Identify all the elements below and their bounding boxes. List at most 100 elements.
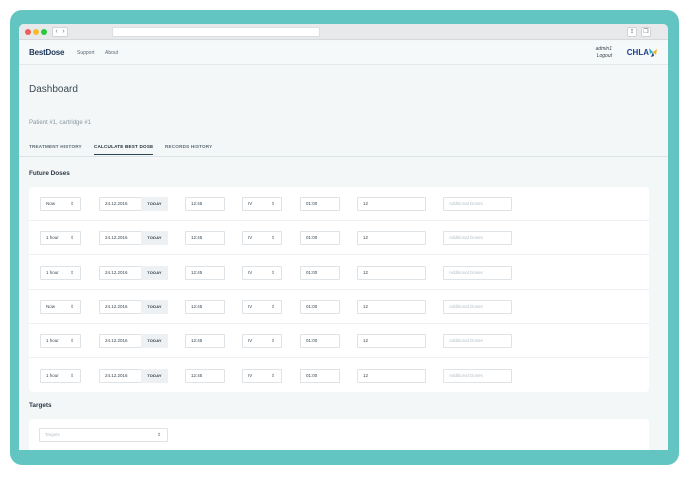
- chla-butterfly-icon: [649, 48, 657, 57]
- dose-duration-input[interactable]: 01:00: [300, 334, 340, 349]
- chla-logo: CHLA: [626, 48, 649, 57]
- additional-doses-placeholder: Additional Doses: [449, 338, 483, 344]
- dose-route-select[interactable]: IV ⇕: [242, 265, 282, 280]
- dose-route-select[interactable]: IV ⇕: [242, 299, 282, 314]
- dose-route-select[interactable]: IV ⇕: [242, 231, 282, 246]
- dose-time-input[interactable]: 12:45: [185, 334, 225, 349]
- dose-date-input[interactable]: 24.12.2016: [99, 231, 142, 246]
- dose-date-input[interactable]: 24.12.2016: [99, 299, 142, 314]
- select-arrows-icon: ⇕: [271, 338, 275, 344]
- nav-about-link[interactable]: About: [105, 50, 118, 56]
- dose-when-select[interactable]: 1 hour ⇕: [40, 334, 81, 349]
- dose-when-value: 1 hour: [46, 372, 59, 378]
- dose-amount-input[interactable]: 12: [357, 368, 426, 383]
- additional-doses-input[interactable]: Additional Doses: [443, 334, 512, 349]
- dose-amount-value: 12: [363, 338, 369, 344]
- dose-date-value: 24.12.2016: [105, 372, 128, 378]
- dose-time-input[interactable]: 12:45: [185, 265, 225, 280]
- dose-row: 1 hour ⇕ 24.12.2016 TODAY 12:45 IV ⇕ 01:00 12 Add…: [29, 256, 649, 290]
- tab-bar: TREATMENT HISTORY CALCULATE BEST DOSE RE…: [19, 138, 668, 157]
- dose-duration-input[interactable]: 01:00: [300, 368, 340, 383]
- forward-icon[interactable]: ›: [62, 28, 64, 36]
- dose-duration-input[interactable]: 01:00: [300, 197, 340, 211]
- dose-when-value: 1 hour: [46, 338, 59, 344]
- additional-doses-placeholder: Additional Doses: [449, 201, 483, 206]
- dose-when-value: Now: [46, 201, 56, 206]
- today-button[interactable]: TODAY: [141, 197, 168, 211]
- dose-route-select[interactable]: IV ⇕: [242, 368, 282, 383]
- dose-route-value: IV: [248, 235, 253, 241]
- dose-duration-input[interactable]: 01:00: [300, 299, 340, 314]
- dose-route-select[interactable]: IV ⇕: [242, 334, 282, 349]
- dose-duration-value: 01:00: [306, 269, 318, 275]
- additional-doses-input[interactable]: Additional Doses: [443, 265, 512, 280]
- dose-date-input[interactable]: 24.12.2016: [99, 197, 142, 211]
- select-arrows-icon: ⇕: [271, 235, 275, 241]
- dose-time-value: 12:45: [191, 269, 203, 275]
- dose-when-select[interactable]: 1 hour ⇕: [40, 265, 81, 280]
- dose-time-input[interactable]: 12:45: [185, 197, 225, 211]
- tab-records-history[interactable]: RECORDS HISTORY: [165, 144, 212, 154]
- today-button[interactable]: TODAY: [141, 368, 168, 383]
- dose-duration-value: 01:00: [306, 201, 318, 206]
- dose-duration-input[interactable]: 01:00: [300, 265, 340, 280]
- tabs-icon[interactable]: ❐: [641, 27, 651, 37]
- maximize-window-icon[interactable]: [41, 29, 47, 35]
- logout-link[interactable]: Logout: [596, 53, 612, 60]
- dose-amount-input[interactable]: 12: [357, 265, 426, 280]
- select-arrows-icon: ⇕: [271, 372, 275, 378]
- targets-select-value: Targets: [45, 432, 60, 437]
- bestdose-logo[interactable]: BestDose: [29, 48, 65, 57]
- today-button[interactable]: TODAY: [141, 334, 168, 349]
- dose-date-input[interactable]: 24.12.2016: [99, 334, 142, 349]
- additional-doses-input[interactable]: Additional Doses: [443, 197, 512, 211]
- dose-duration-input[interactable]: 01:00: [300, 231, 340, 246]
- today-button[interactable]: TODAY: [141, 231, 168, 246]
- dose-amount-input[interactable]: 12: [357, 334, 426, 349]
- nav-support-link[interactable]: Support: [77, 50, 95, 56]
- targets-select[interactable]: Targets ⇕: [39, 428, 168, 442]
- tab-treatment-history[interactable]: TREATMENT HISTORY: [29, 144, 82, 154]
- select-arrows-icon: ⇕: [70, 303, 74, 309]
- dose-date-input[interactable]: 24.12.2016: [99, 368, 142, 383]
- dose-amount-input[interactable]: 12: [357, 231, 426, 246]
- browser-chrome: ‹ › ⇪ ❐: [19, 24, 668, 40]
- today-button[interactable]: TODAY: [141, 299, 168, 314]
- dose-when-select[interactable]: Now ⇕: [40, 197, 81, 211]
- select-arrows-icon: ⇕: [70, 338, 74, 344]
- dose-row: Now ⇕ 24.12.2016 TODAY 12:45 IV ⇕ 01:00 12 Additi…: [29, 290, 649, 324]
- dose-date-input[interactable]: 24.12.2016: [99, 265, 142, 280]
- back-icon[interactable]: ‹: [55, 28, 57, 36]
- today-button[interactable]: TODAY: [141, 265, 168, 280]
- additional-doses-input[interactable]: Additional Doses: [443, 299, 512, 314]
- dose-when-value: 1 hour: [46, 269, 59, 275]
- dose-time-input[interactable]: 12:45: [185, 231, 225, 246]
- browser-window: ‹ › ⇪ ❐ BestDose Support About admin1 Lo…: [19, 24, 668, 450]
- dose-amount-input[interactable]: 12: [357, 299, 426, 314]
- dose-amount-value: 12: [363, 201, 369, 206]
- dose-time-value: 12:45: [191, 338, 203, 344]
- dose-route-select[interactable]: IV ⇕: [242, 197, 282, 211]
- minimize-window-icon[interactable]: [33, 29, 39, 35]
- dose-row: 1 hour ⇕ 24.12.2016 TODAY 12:45 IV ⇕ 01:00 12 Add…: [29, 221, 649, 256]
- additional-doses-input[interactable]: Additional Doses: [443, 231, 512, 246]
- select-arrows-icon: ⇕: [271, 269, 275, 275]
- dose-row: 1 hour ⇕ 24.12.2016 TODAY 12:45 IV ⇕ 01:00 12 Add…: [29, 359, 649, 393]
- tab-calculate-best-dose[interactable]: CALCULATE BEST DOSE: [94, 144, 154, 155]
- additional-doses-input[interactable]: Additional Doses: [443, 368, 512, 383]
- dose-date-value: 24.12.2016: [105, 201, 128, 206]
- dose-when-select[interactable]: 1 hour ⇕: [40, 368, 81, 383]
- dose-row: Now ⇕ 24.12.2016 TODAY 12:45 IV ⇕ 01:00 12 Additi…: [29, 187, 649, 221]
- dose-route-value: IV: [248, 338, 253, 344]
- share-icon[interactable]: ⇪: [627, 27, 637, 37]
- close-window-icon[interactable]: [25, 29, 31, 35]
- dose-duration-value: 01:00: [306, 372, 318, 378]
- dose-when-select[interactable]: 1 hour ⇕: [40, 231, 81, 246]
- dose-time-input[interactable]: 12:45: [185, 299, 225, 314]
- dose-when-select[interactable]: Now ⇕: [40, 299, 81, 314]
- dose-time-value: 12:45: [191, 201, 203, 206]
- address-bar[interactable]: [112, 27, 320, 37]
- user-name: admin1: [595, 46, 612, 52]
- dose-amount-input[interactable]: 12: [357, 197, 426, 211]
- dose-time-input[interactable]: 12:45: [185, 368, 225, 383]
